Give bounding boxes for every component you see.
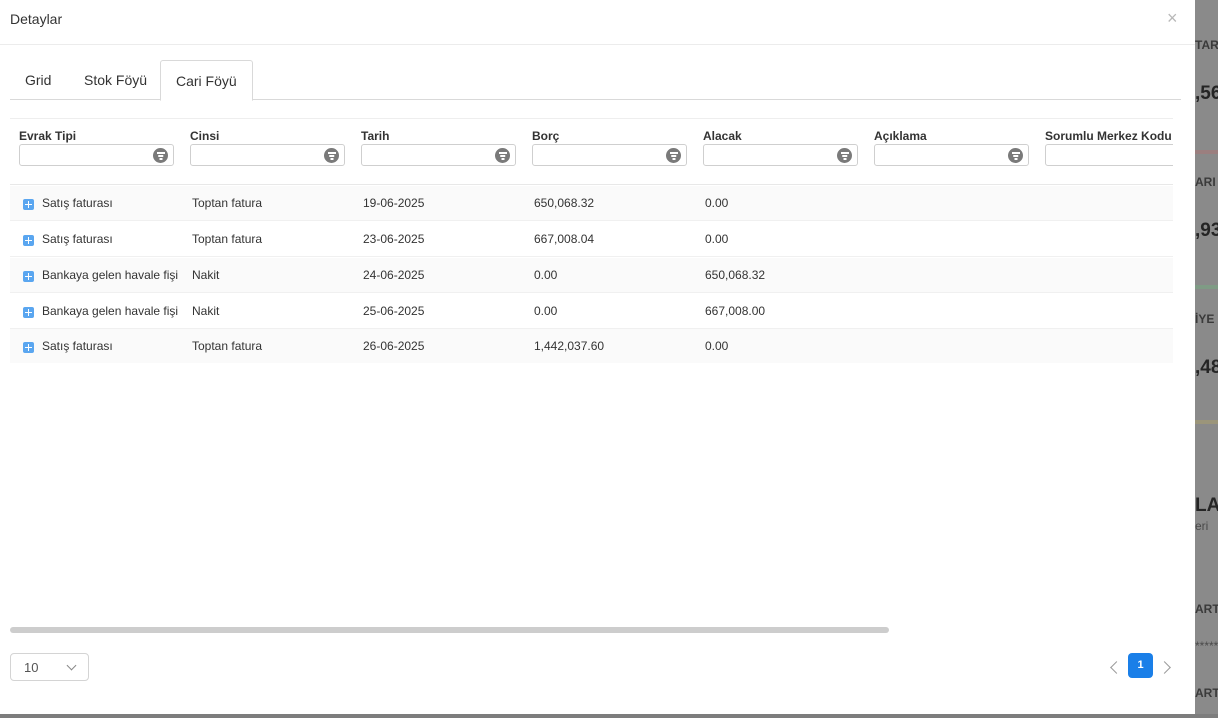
filter-icon[interactable] (666, 148, 681, 163)
cell-evrak-tipi: Satış faturası (42, 232, 113, 246)
background-strip (0, 714, 1218, 718)
background-page: TARI ,56 ARI E ,93 İYE K ,48 LAF eri ART… (1195, 0, 1218, 718)
background-subtext: eri (1195, 519, 1209, 533)
cell-evrak-tipi: Satış faturası (42, 196, 113, 210)
plus-square-icon[interactable] (23, 342, 34, 353)
column-header-borc: Borç (532, 128, 559, 144)
cell-cinsi: Nakit (192, 304, 220, 318)
cell-borc: 650,068.32 (534, 196, 595, 210)
cell-borc: 0.00 (534, 304, 558, 318)
cell-cinsi: Toptan fatura (192, 232, 263, 246)
cell-borc: 0.00 (534, 268, 558, 282)
chevron-down-icon (66, 660, 77, 671)
cell-tarih: 23-06-2025 (363, 232, 425, 246)
filter-input-cinsi[interactable] (190, 144, 345, 166)
plus-square-icon[interactable] (23, 235, 34, 246)
cell-alacak: 0.00 (705, 196, 729, 210)
filter-icon[interactable] (1008, 148, 1023, 163)
column-header-aciklama: Açıklama (874, 128, 927, 144)
column-header-tarih: Tarih (361, 128, 389, 144)
cell-evrak-tipi: Bankaya gelen havale fişi (42, 304, 179, 318)
modal-header: Detaylar × (0, 0, 1195, 45)
filter-input-aciklama[interactable] (874, 144, 1029, 166)
data-grid: Evrak Tipi Cinsi Tarih Borç Alacak Açıkl… (10, 118, 1173, 363)
chevron-right-icon[interactable] (1160, 660, 1174, 674)
cell-tarih: 26-06-2025 (363, 339, 425, 353)
cell-alacak: 650,068.32 (705, 268, 766, 282)
background-text: ARI E (1195, 175, 1218, 189)
background-heading: LAF (1195, 495, 1218, 516)
column-title: Tarih (361, 129, 390, 143)
cell-cinsi: Toptan fatura (192, 196, 263, 210)
table-row[interactable]: Satış faturası Toptan fatura 23-06-2025 … (10, 222, 1173, 257)
filter-icon[interactable] (837, 148, 852, 163)
background-text: TARI (1195, 38, 1218, 52)
filter-input-sorumlu-merkez-kodu[interactable] (1045, 144, 1173, 166)
cell-alacak: 0.00 (705, 339, 729, 353)
filter-icon[interactable] (324, 148, 339, 163)
plus-square-icon[interactable] (23, 199, 34, 210)
page-size-select[interactable]: 10 (10, 653, 89, 681)
background-value: ,56 (1195, 83, 1218, 104)
background-bar (1195, 285, 1218, 289)
background-text: ARTI (1195, 602, 1218, 616)
tab-bar: Grid Stok Föyü Cari Föyü (10, 60, 1181, 101)
column-header-evrak-tipi: Evrak Tipi (19, 128, 76, 144)
column-title: Açıklama (874, 129, 927, 143)
cell-tarih: 25-06-2025 (363, 304, 425, 318)
cell-evrak-tipi: Bankaya gelen havale fişi (42, 268, 179, 282)
column-title: Alacak (703, 129, 742, 143)
column-title: Sorumlu Merkez Kodu (1045, 129, 1172, 143)
filter-icon[interactable] (153, 148, 168, 163)
cell-borc: 667,008.04 (534, 232, 595, 246)
table-row[interactable]: Satış faturası Toptan fatura 19-06-2025 … (10, 186, 1173, 221)
cell-evrak-tipi: Satış faturası (42, 339, 113, 353)
cell-alacak: 0.00 (705, 232, 729, 246)
grid-header: Evrak Tipi Cinsi Tarih Borç Alacak Açıkl… (10, 119, 1173, 185)
pagination-page-1[interactable]: 1 (1128, 653, 1153, 678)
modal-title: Detaylar (10, 11, 63, 27)
background-bar (1195, 150, 1218, 154)
filter-input-tarih[interactable] (361, 144, 516, 166)
cell-borc: 1,442,037.60 (534, 339, 605, 353)
cell-cinsi: Toptan fatura (192, 339, 263, 353)
tab-grid[interactable]: Grid (10, 60, 66, 100)
column-header-alacak: Alacak (703, 128, 742, 144)
horizontal-scrollbar[interactable] (10, 627, 889, 633)
filter-input-borc[interactable] (532, 144, 687, 166)
background-value: ,93 (1195, 220, 1218, 241)
tab-cari-foyu[interactable]: Cari Föyü (160, 60, 253, 101)
cell-tarih: 19-06-2025 (363, 196, 425, 210)
column-title: Evrak Tipi (19, 129, 77, 143)
close-icon[interactable]: × (1167, 9, 1178, 27)
background-text: İYE K (1195, 312, 1218, 326)
cell-alacak: 667,008.00 (705, 304, 766, 318)
background-text: ***** (1195, 639, 1218, 653)
tab-stok-foyu[interactable]: Stok Föyü (69, 60, 162, 100)
filter-icon[interactable] (495, 148, 510, 163)
table-row[interactable]: Satış faturası Toptan fatura 26-06-2025 … (10, 329, 1173, 363)
table-row[interactable]: Bankaya gelen havale fişi Nakit 24-06-20… (10, 258, 1173, 293)
column-header-sorumlu-merkez-kodu: Sorumlu Merkez Kodu (1045, 128, 1172, 144)
table-row[interactable]: Bankaya gelen havale fişi Nakit 25-06-20… (10, 294, 1173, 329)
page-size-value: 10 (24, 660, 39, 675)
plus-square-icon[interactable] (23, 271, 34, 282)
plus-square-icon[interactable] (23, 307, 34, 318)
background-text: ARTI (1195, 686, 1218, 700)
filter-input-evrak-tipi[interactable] (19, 144, 174, 166)
cell-cinsi: Nakit (192, 268, 220, 282)
column-title: Borç (532, 129, 560, 143)
filter-input-alacak[interactable] (703, 144, 858, 166)
chevron-left-icon[interactable] (1108, 660, 1122, 674)
background-bar (1195, 420, 1218, 424)
details-modal: Detaylar × Grid Stok Föyü Cari Föyü Evra… (0, 0, 1195, 714)
column-header-cinsi: Cinsi (190, 128, 219, 144)
column-title: Cinsi (190, 129, 220, 143)
cell-tarih: 24-06-2025 (363, 268, 425, 282)
background-value: ,48 (1195, 357, 1218, 378)
